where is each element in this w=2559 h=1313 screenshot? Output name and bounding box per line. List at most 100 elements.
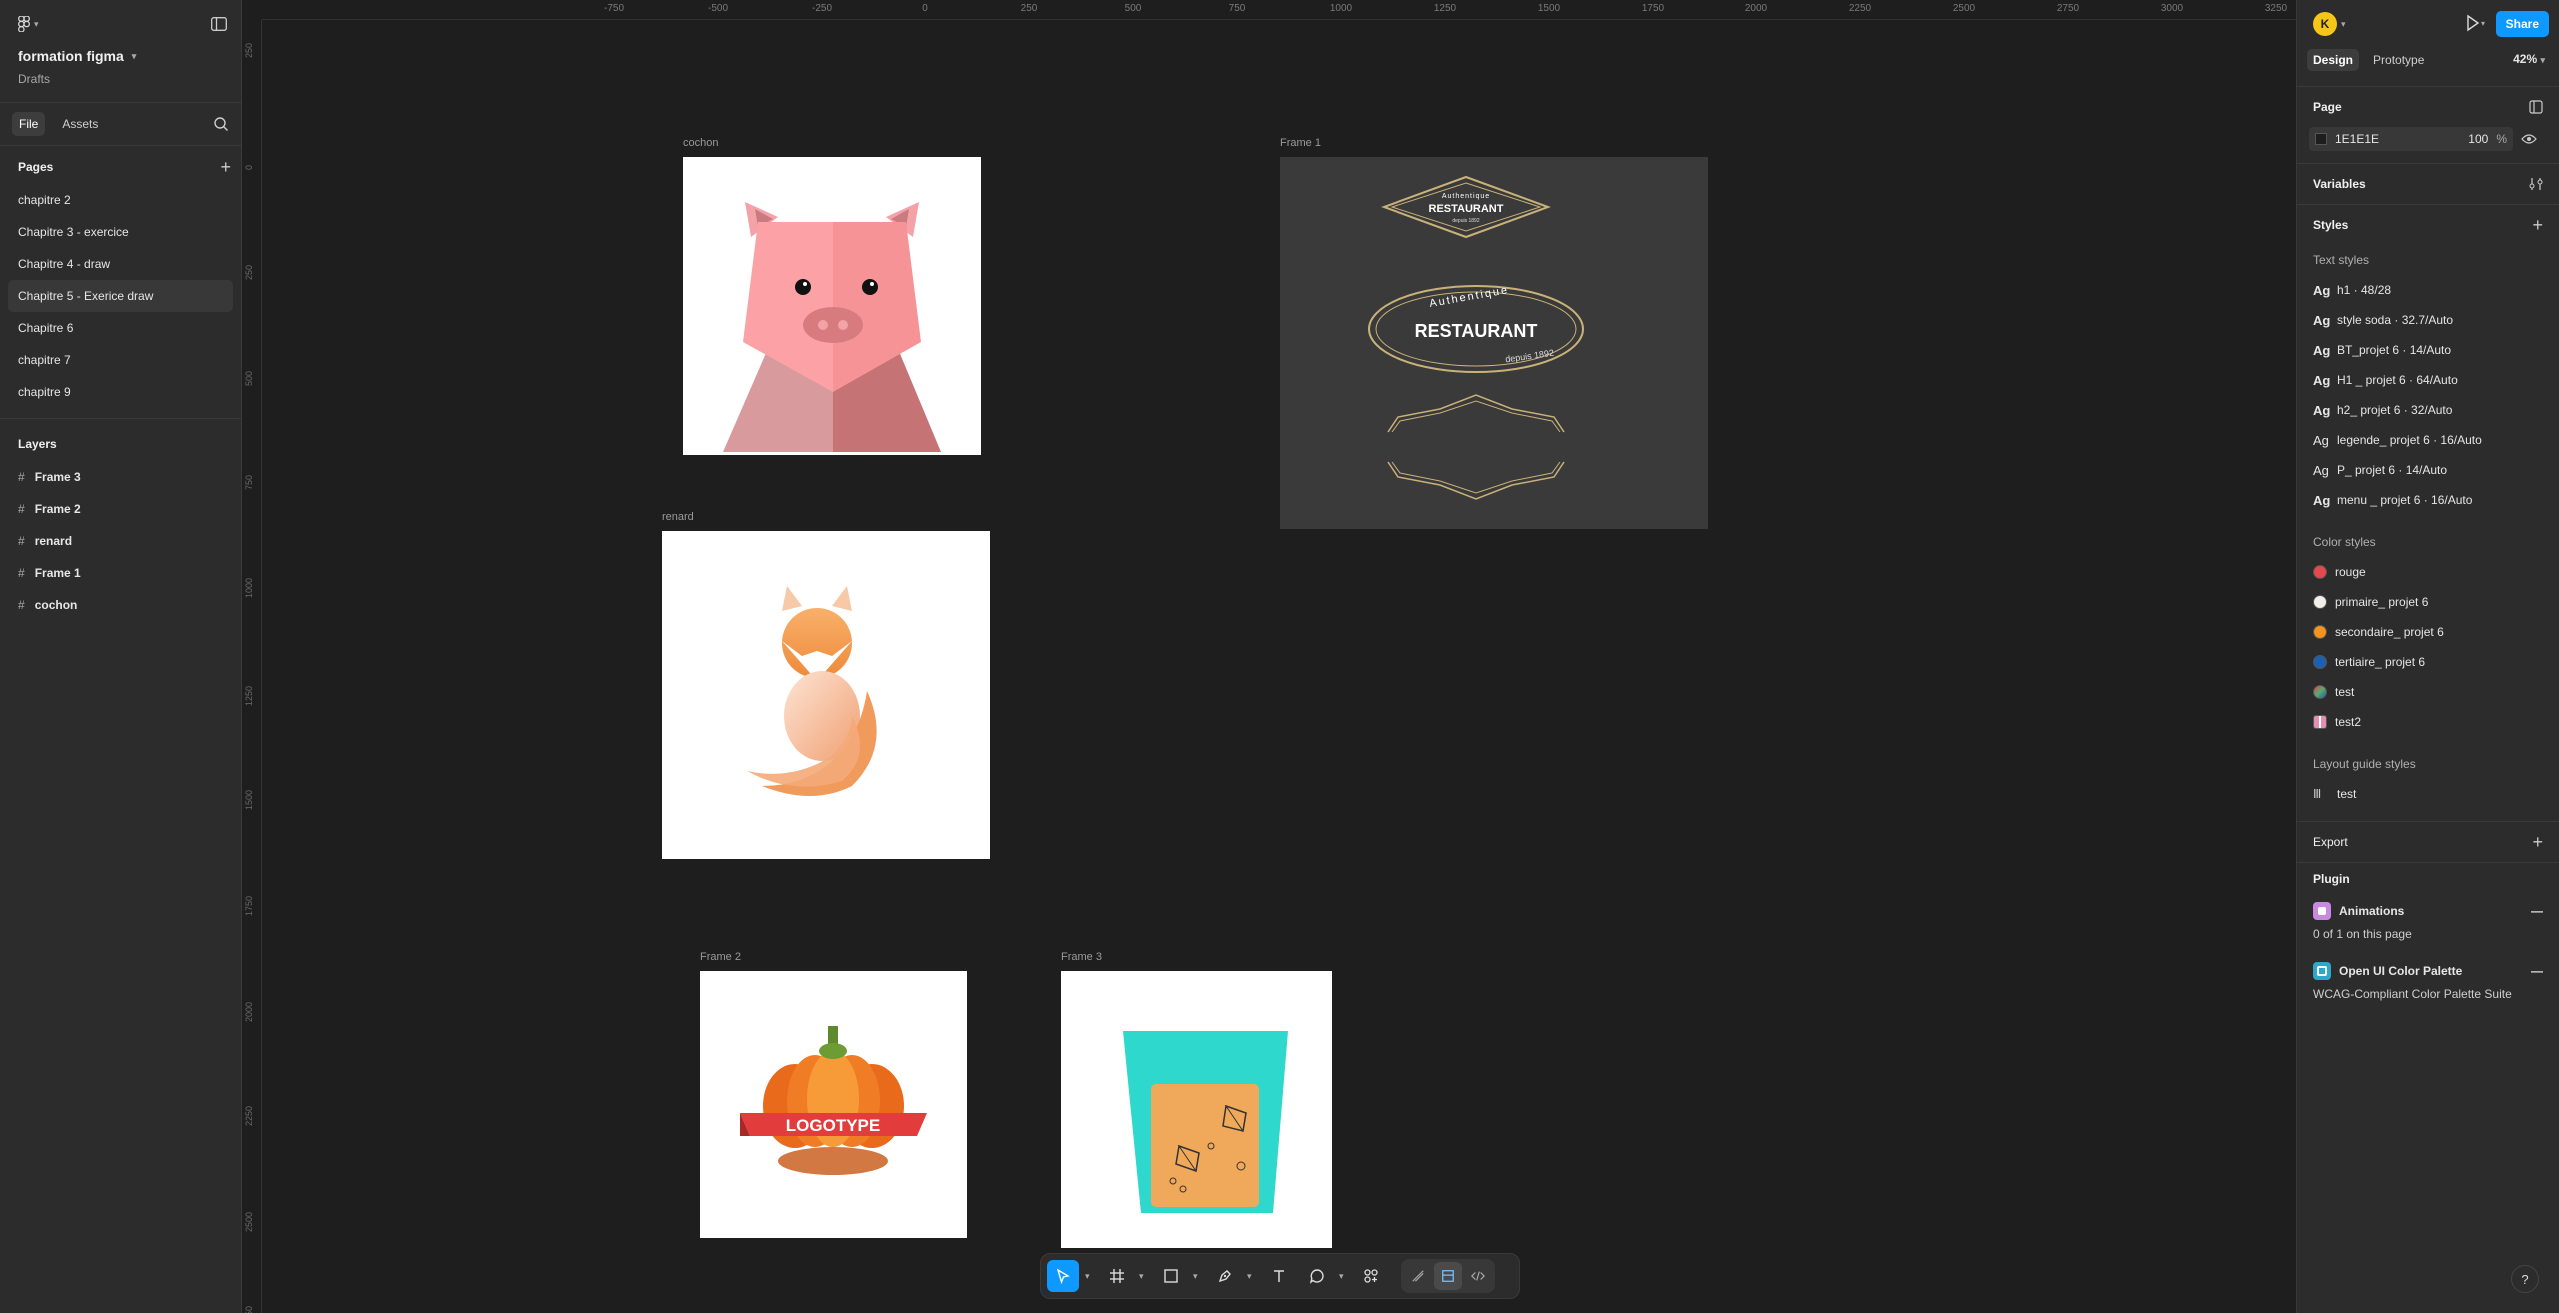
frame-1[interactable]: Authentique RESTAURANT depuis 1892 Authe… <box>1280 157 1708 529</box>
design-mode-tool[interactable] <box>1434 1262 1462 1290</box>
color-swatch <box>2313 595 2327 609</box>
tab-design[interactable]: Design <box>2307 49 2360 71</box>
help-button[interactable]: ? <box>2511 1265 2539 1293</box>
text-style-item[interactable]: Ag P_ projet 6 · 14/Auto <box>2313 455 2543 485</box>
ruler-tick: 3250 <box>2264 3 2288 14</box>
variables-settings-icon[interactable] <box>2529 177 2543 191</box>
layer-item[interactable]: # cochon <box>0 589 241 621</box>
ruler-tick: 2750 <box>2056 3 2080 14</box>
page-item[interactable]: Chapitre 6 <box>8 312 233 344</box>
frame-renard[interactable] <box>662 531 990 859</box>
ruler-tick: 3000 <box>2160 3 2184 14</box>
frame-icon <box>1110 1269 1124 1283</box>
page-item-selected[interactable]: Chapitre 5 - Exerice draw <box>8 280 233 312</box>
ruler-tick: 1750 <box>1641 3 1665 14</box>
layer-item[interactable]: # Frame 1 <box>0 557 241 589</box>
page-item[interactable]: chapitre 2 <box>8 184 233 216</box>
plugin-item[interactable]: Animations — <box>2313 895 2543 927</box>
color-style-item[interactable]: primaire_ projet 6 <box>2313 587 2543 617</box>
page-item[interactable]: chapitre 9 <box>8 376 233 408</box>
add-page-icon[interactable]: + <box>220 157 231 178</box>
chevron-down-icon[interactable]: ▾ <box>1193 1271 1203 1282</box>
frame-cochon[interactable] <box>683 157 981 455</box>
text-style-item[interactable]: Ag style soda · 32.7/Auto <box>2313 305 2543 335</box>
tab-assets[interactable]: Assets <box>55 112 105 136</box>
tab-prototype[interactable]: Prototype <box>2367 49 2430 71</box>
variables-header[interactable]: Variables <box>2313 164 2543 204</box>
present-play-icon[interactable]: ▾ <box>2465 14 2485 32</box>
toggle-sidebar-icon[interactable] <box>211 17 227 31</box>
actions-tool[interactable] <box>1355 1260 1387 1292</box>
plugin-detail: WCAG-Compliant Color Palette Suite <box>2313 987 2512 1001</box>
color-style-item[interactable]: test <box>2313 677 2543 707</box>
chevron-down-icon[interactable]: ▾ <box>1339 1271 1349 1282</box>
canvas[interactable]: -750 -500 -250 0 250 500 750 1000 1250 1… <box>242 0 2494 1313</box>
variables-heading: Variables <box>2313 177 2366 191</box>
ruler-tick: -750 <box>603 3 625 14</box>
dev-mode-tool[interactable] <box>1464 1262 1492 1290</box>
frame-icon: # <box>18 470 25 484</box>
library-icon[interactable] <box>2529 100 2543 114</box>
search-icon[interactable] <box>213 116 229 132</box>
text-style-item[interactable]: Ag H1 _ projet 6 · 64/Auto <box>2313 365 2543 395</box>
draw-mode-tool[interactable] <box>1404 1262 1432 1290</box>
layer-item[interactable]: # renard <box>0 525 241 557</box>
variables-section: Variables <box>2297 163 2559 204</box>
comment-tool[interactable] <box>1301 1260 1333 1292</box>
chevron-down-icon[interactable]: ▾ <box>2341 19 2346 30</box>
move-tool[interactable] <box>1047 1260 1079 1292</box>
color-style-item[interactable]: test2 <box>2313 707 2543 737</box>
frame-tool[interactable] <box>1101 1260 1133 1292</box>
text-style-item[interactable]: Ag h1 · 48/28 <box>2313 275 2543 305</box>
main-menu-button[interactable]: ▾ <box>18 16 39 32</box>
avatar[interactable]: K <box>2313 12 2337 36</box>
frame-label-cochon[interactable]: cochon <box>683 137 718 149</box>
frame-label-frame-3[interactable]: Frame 3 <box>1061 951 1102 963</box>
text-style-item[interactable]: Ag menu _ projet 6 · 16/Auto <box>2313 485 2543 515</box>
code-icon <box>1471 1271 1485 1281</box>
add-export-icon[interactable]: + <box>2532 832 2543 853</box>
remove-plugin-icon[interactable]: — <box>2531 904 2543 918</box>
frame-label-frame-1[interactable]: Frame 1 <box>1280 137 1321 149</box>
text-style-item[interactable]: Ag h2_ projet 6 · 32/Auto <box>2313 395 2543 425</box>
chevron-down-icon[interactable]: ▾ <box>1139 1271 1149 1282</box>
text-tool[interactable] <box>1263 1260 1295 1292</box>
layer-item[interactable]: # Frame 2 <box>0 493 241 525</box>
plugin-item[interactable]: Open UI Color Palette — <box>2313 955 2543 987</box>
frame-label-renard[interactable]: renard <box>662 511 694 523</box>
page-item[interactable]: chapitre 7 <box>8 344 233 376</box>
color-style-item[interactable]: rouge <box>2313 557 2543 587</box>
zoom-dropdown[interactable]: 42% ▾ <box>2513 52 2545 66</box>
eye-icon[interactable] <box>2521 133 2537 145</box>
tab-file[interactable]: File <box>12 112 46 136</box>
chevron-down-icon[interactable]: ▾ <box>1085 1271 1095 1282</box>
layer-label: Frame 3 <box>34 470 81 484</box>
layout-guide-item[interactable]: Ⅲtest <box>2313 779 2543 809</box>
color-style-item[interactable]: tertiaire_ projet 6 <box>2313 647 2543 677</box>
page-item[interactable]: Chapitre 3 - exercice <box>8 216 233 248</box>
share-button[interactable]: Share <box>2495 11 2549 37</box>
frame-label-frame-2[interactable]: Frame 2 <box>700 951 741 963</box>
color-style-item[interactable]: secondaire_ projet 6 <box>2313 617 2543 647</box>
frame-2[interactable]: LOGOTYPE <box>700 971 967 1238</box>
chevron-down-icon[interactable]: ▾ <box>1247 1271 1257 1282</box>
frame-3[interactable] <box>1061 971 1332 1248</box>
ruler-tick: 1250 <box>1433 3 1457 14</box>
layer-item[interactable]: # Frame 3 <box>0 461 241 493</box>
page-bg-opacity[interactable]: 100 <box>2468 132 2488 146</box>
shape-tool[interactable] <box>1155 1260 1187 1292</box>
layer-label: cochon <box>34 598 78 612</box>
page-bg-swatch[interactable] <box>2315 133 2327 145</box>
remove-plugin-icon[interactable]: — <box>2531 964 2543 978</box>
page-item[interactable]: Chapitre 4 - draw <box>8 248 233 280</box>
text-style-item[interactable]: Ag BT_projet 6 · 14/Auto <box>2313 335 2543 365</box>
add-style-icon[interactable]: + <box>2532 215 2543 236</box>
page-bg-hex[interactable]: 1E1E1E <box>2335 132 2460 146</box>
file-location[interactable]: Drafts <box>18 72 223 86</box>
frame-icon: # <box>18 566 25 580</box>
file-name-button[interactable]: formation figma ▾ <box>18 48 223 64</box>
page-background-field[interactable]: 1E1E1E 100 % <box>2309 127 2537 151</box>
text-style-item[interactable]: Ag legende_ projet 6 · 16/Auto <box>2313 425 2543 455</box>
pen-tool[interactable] <box>1209 1260 1241 1292</box>
left-topbar: ▾ <box>0 0 241 48</box>
